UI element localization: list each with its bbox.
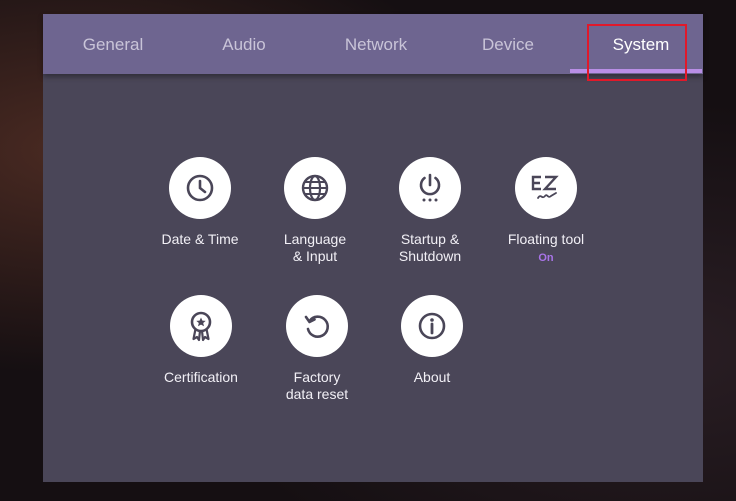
power-icon	[399, 157, 461, 219]
certification-button[interactable]: Certification	[146, 295, 256, 386]
selection-highlight	[587, 24, 687, 81]
tab-general[interactable]: General	[48, 14, 178, 74]
date-time-button[interactable]: Date & Time	[145, 157, 255, 248]
certification-label: Certification	[164, 369, 238, 385]
language-input-button[interactable]: Language & Input	[260, 157, 370, 265]
reset-icon	[286, 295, 348, 357]
floating-tool-status: On	[538, 252, 554, 264]
award-ribbon-icon	[170, 295, 232, 357]
language-input-label: Language & Input	[283, 231, 347, 264]
date-time-label: Date & Time	[161, 231, 239, 247]
factory-data-reset-label: Factory data reset	[285, 369, 349, 402]
floating-tool-button[interactable]: Floating tool On	[491, 157, 601, 264]
info-icon	[401, 295, 463, 357]
ez-write-icon	[515, 157, 577, 219]
floating-tool-label: Floating tool	[507, 231, 585, 247]
globe-icon	[284, 157, 346, 219]
tab-device[interactable]: Device	[443, 14, 573, 74]
factory-data-reset-button[interactable]: Factory data reset	[262, 295, 372, 403]
tab-network[interactable]: Network	[311, 14, 441, 74]
tab-audio[interactable]: Audio	[179, 14, 309, 74]
startup-shutdown-label: Startup & Shutdown	[398, 231, 462, 264]
about-button[interactable]: About	[377, 295, 487, 386]
clock-icon	[169, 157, 231, 219]
about-label: About	[413, 369, 451, 385]
settings-panel: General Audio Network Device System Date…	[43, 14, 703, 482]
startup-shutdown-button[interactable]: Startup & Shutdown	[375, 157, 485, 265]
